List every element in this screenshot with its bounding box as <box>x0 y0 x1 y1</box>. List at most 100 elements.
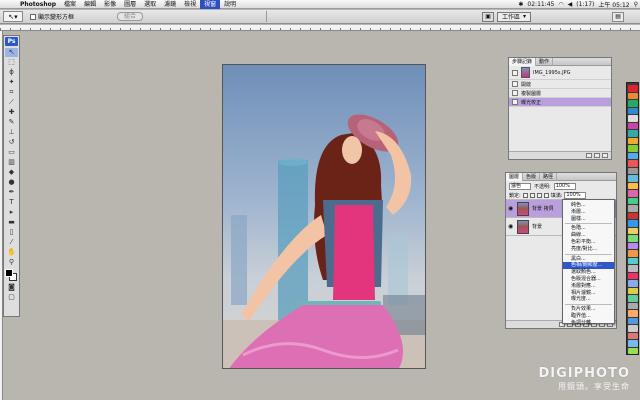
menu-item[interactable]: 色調分離... <box>563 320 614 327</box>
dock-app-icon[interactable] <box>627 332 638 339</box>
lock-transparency-icon[interactable] <box>522 192 528 198</box>
dock-app-icon[interactable] <box>627 265 638 272</box>
eye-icon[interactable]: ◉ <box>508 223 514 230</box>
dock-app-icon[interactable] <box>627 92 638 99</box>
gradient-tool-icon[interactable]: ▥ <box>5 158 18 167</box>
dock-app-icon[interactable] <box>627 257 638 264</box>
shape-tool-icon[interactable]: ▬ <box>5 218 18 227</box>
menu-item[interactable]: 負片效果... <box>563 306 614 313</box>
hand-tool-icon[interactable]: ✋ <box>5 248 18 257</box>
battery-readout[interactable]: (1:17) <box>576 1 594 8</box>
menu-filter[interactable]: 濾鏡 <box>160 0 180 9</box>
history-step[interactable]: 開啟 <box>509 80 611 89</box>
tab-layers[interactable]: 圖層 <box>506 172 524 181</box>
dock-app-icon[interactable] <box>627 137 638 144</box>
history-step[interactable]: 複製圖層 <box>509 89 611 98</box>
dock-app-icon[interactable] <box>627 302 638 309</box>
document-canvas[interactable] <box>222 64 426 369</box>
clone-stamp-tool-icon[interactable]: ⊥ <box>5 128 18 137</box>
fill-input[interactable]: 100% <box>564 191 587 199</box>
history-brush-source-icon[interactable] <box>512 69 518 76</box>
eyedropper-tool-icon[interactable]: ⁄ <box>5 238 18 247</box>
dock-app-icon[interactable] <box>627 220 638 227</box>
tab-history[interactable]: 步驟記錄 <box>509 57 537 66</box>
dock-app-icon[interactable] <box>627 212 638 219</box>
dock-app-icon[interactable] <box>627 145 638 152</box>
combine-button[interactable]: 組合 <box>117 12 144 21</box>
tab-channels[interactable]: 色版 <box>523 172 541 181</box>
dock-app-icon[interactable] <box>627 317 638 324</box>
tab-actions[interactable]: 動作 <box>536 57 554 66</box>
dock-app-icon[interactable] <box>627 250 638 257</box>
tool-preset-picker[interactable]: ↖▾ <box>3 11 23 22</box>
menu-item[interactable]: 曝光度... <box>563 296 614 303</box>
dock-app-icon[interactable] <box>627 227 638 234</box>
palette-well-icon[interactable]: ▤ <box>612 11 625 22</box>
menu-item[interactable]: 選取顏色... <box>563 269 614 276</box>
dock-app-icon[interactable] <box>627 152 638 159</box>
dock-app-icon[interactable] <box>627 107 638 114</box>
quick-mask-icon[interactable]: ◙ <box>5 283 18 292</box>
brush-tool-icon[interactable]: ✎ <box>5 118 18 127</box>
menu-item[interactable]: 漸層... <box>563 209 614 216</box>
magic-wand-tool-icon[interactable]: ✦ <box>5 78 18 87</box>
timer-readout[interactable]: 02:11:45 <box>527 1 554 8</box>
menu-help[interactable]: 說明 <box>220 0 240 9</box>
dock-app-icon[interactable] <box>627 325 638 332</box>
blur-tool-icon[interactable]: ◆ <box>5 168 18 177</box>
tab-paths[interactable]: 路徑 <box>540 172 558 181</box>
dock-app-icon[interactable] <box>627 100 638 107</box>
workspace-menu[interactable]: 工作區 ▾ <box>497 11 532 22</box>
dock-app-icon[interactable] <box>627 205 638 212</box>
menu-select[interactable]: 選取 <box>140 0 160 9</box>
healing-brush-tool-icon[interactable]: ✚ <box>5 108 18 117</box>
ps-logo-icon[interactable]: Ps <box>5 37 18 46</box>
color-swatches[interactable] <box>5 269 18 281</box>
move-tool-icon[interactable]: ↖ <box>5 48 18 57</box>
dock-app-icon[interactable] <box>627 340 638 347</box>
dock-app-icon[interactable] <box>627 85 638 92</box>
path-selection-tool-icon[interactable]: ▸ <box>5 208 18 217</box>
dock-app-icon[interactable] <box>627 197 638 204</box>
dock-app-icon[interactable] <box>627 115 638 122</box>
lock-pixels-icon[interactable] <box>529 192 535 198</box>
screen-mode-icon[interactable]: ▢ <box>5 293 18 302</box>
menu-item[interactable]: 亮度/對比... <box>563 246 614 253</box>
create-snapshot-icon[interactable] <box>594 153 600 158</box>
menu-file[interactable]: 檔案 <box>60 0 80 9</box>
type-tool-icon[interactable]: T <box>5 198 18 207</box>
new-document-from-state-icon[interactable] <box>586 153 592 158</box>
bridge-icon[interactable]: ▣ <box>482 11 495 22</box>
history-step-selected[interactable]: 曝光校正 <box>509 98 611 107</box>
menu-app-name[interactable]: Photoshop <box>16 0 60 9</box>
menu-item[interactable]: 色版混合器... <box>563 276 614 283</box>
menu-item[interactable]: 漸層對應... <box>563 283 614 290</box>
show-transform-controls[interactable]: 顯示變形方框 <box>30 12 74 21</box>
menu-image[interactable]: 影像 <box>100 0 120 9</box>
dock-app-icon[interactable] <box>627 175 638 182</box>
transform-checkbox[interactable] <box>30 13 36 20</box>
dock-app-icon[interactable] <box>627 182 638 189</box>
lock-all-icon[interactable] <box>543 192 549 198</box>
dock-app-icon[interactable] <box>627 287 638 294</box>
menu-window[interactable]: 視窗 <box>200 0 221 9</box>
menu-item[interactable]: 臨界值... <box>563 313 614 320</box>
lock-position-icon[interactable] <box>536 192 542 198</box>
history-snapshot[interactable]: IMG_1995s.JPG <box>509 66 611 80</box>
dock-app-icon[interactable] <box>627 242 638 249</box>
clock[interactable]: 上午 05:12 <box>598 0 629 9</box>
menu-item[interactable]: 圖樣... <box>563 216 614 223</box>
eraser-tool-icon[interactable]: ▭ <box>5 148 18 157</box>
marquee-tool-icon[interactable]: ⬚ <box>5 58 18 67</box>
pen-tool-icon[interactable]: ✒ <box>5 188 18 197</box>
dock-app-icon[interactable] <box>627 122 638 129</box>
dock-app-icon[interactable] <box>627 235 638 242</box>
slice-tool-icon[interactable]: ⟋ <box>5 98 18 107</box>
dock-app-icon[interactable] <box>627 190 638 197</box>
foreground-color[interactable] <box>5 269 13 277</box>
dock-app-icon[interactable] <box>627 295 638 302</box>
wifi-icon[interactable]: ◠ <box>558 1 563 8</box>
opacity-input[interactable]: 100% <box>553 182 576 190</box>
menu-item[interactable]: 純色... <box>563 202 614 209</box>
eye-icon[interactable]: ◉ <box>508 205 514 212</box>
